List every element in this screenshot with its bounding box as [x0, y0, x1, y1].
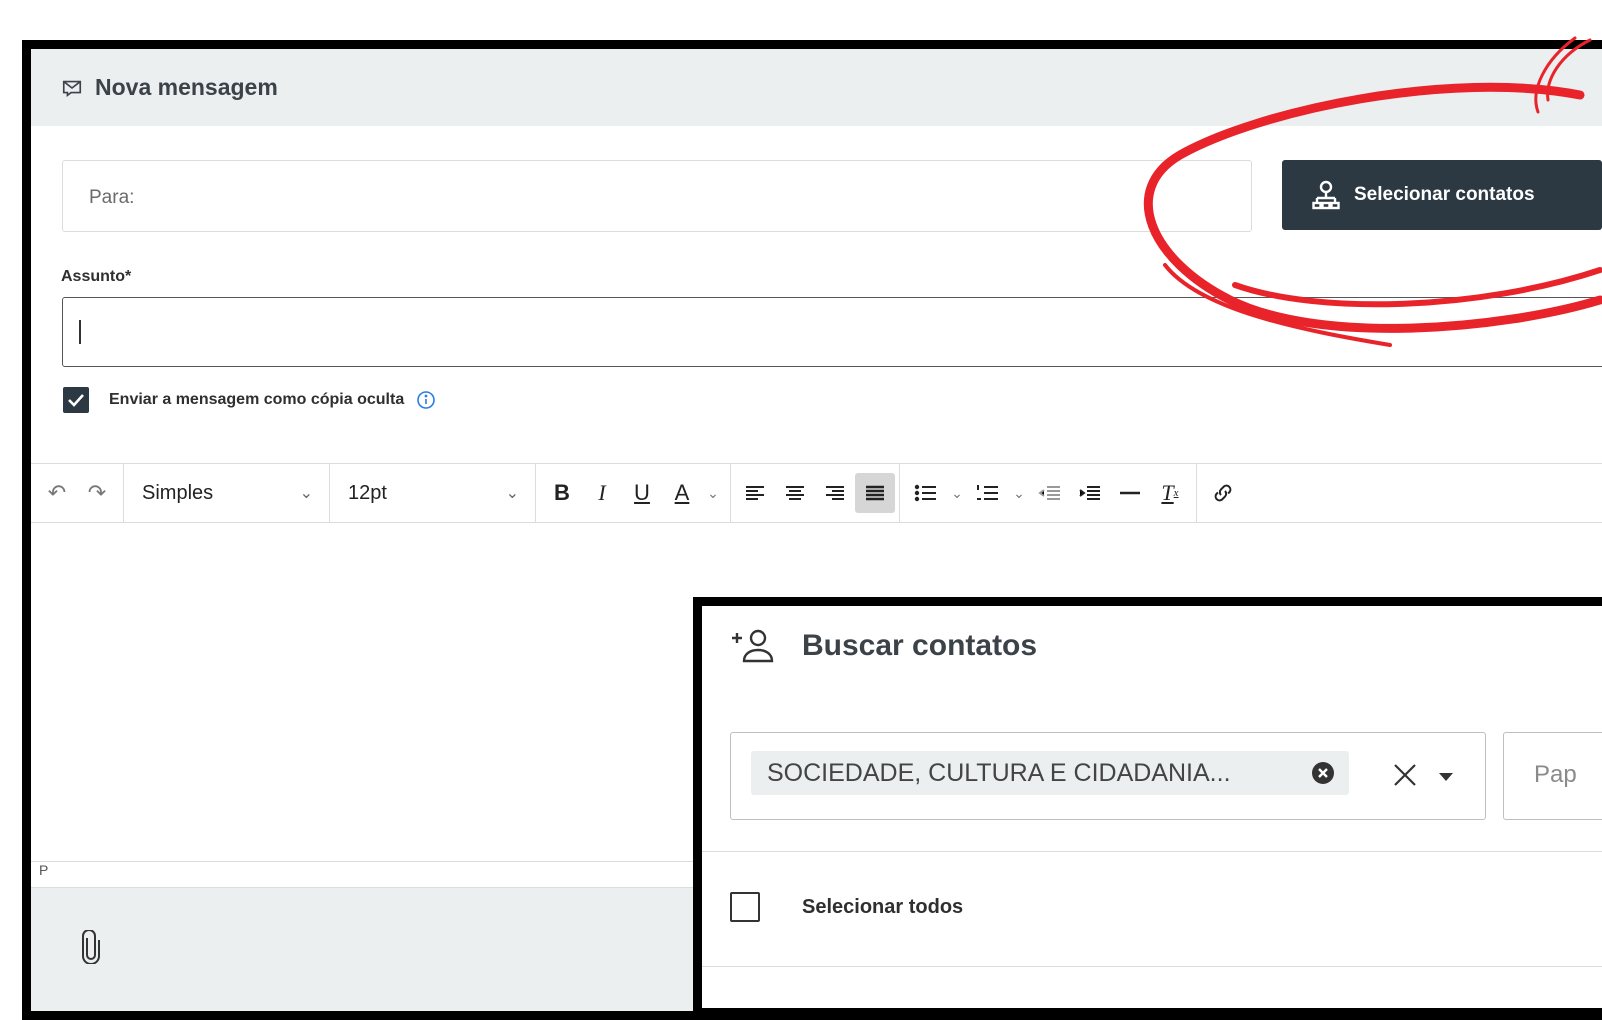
add-contact-icon	[732, 629, 774, 663]
remove-chip-icon[interactable]	[1311, 761, 1335, 785]
filter-chip-label: SOCIEDADE, CULTURA E CIDADANIA...	[767, 758, 1231, 787]
to-field[interactable]: Para:	[62, 160, 1252, 232]
info-icon[interactable]	[416, 390, 436, 410]
link-icon[interactable]	[1203, 473, 1243, 513]
dropdown-caret-icon[interactable]	[1439, 773, 1453, 781]
attachment-icon[interactable]	[79, 930, 103, 964]
style-dropdown[interactable]: Simples ⌄	[124, 464, 330, 522]
search-contacts-dialog: Buscar contatos SOCIEDADE, CULTURA E CID…	[693, 597, 1602, 1017]
clear-icon[interactable]	[1391, 761, 1419, 789]
history-group: ↶ ↷	[31, 464, 124, 522]
editor-toolbar: ↶ ↷ Simples ⌄ 12pt ⌄ B I U A ⌄ ⌄ ⌄ T x	[31, 463, 1602, 523]
page-title: Nova mensagem	[95, 74, 278, 100]
dialog-header: Buscar contatos	[730, 628, 1037, 664]
checkmark-icon	[68, 394, 84, 407]
compose-header: Nova mensagem	[31, 49, 1602, 126]
style-value: Simples	[142, 481, 214, 504]
role-select[interactable]: Pap	[1503, 732, 1602, 820]
undo-icon[interactable]: ↶	[37, 473, 77, 513]
link-group	[1197, 464, 1249, 522]
font-size-value: 12pt	[348, 481, 387, 504]
bcc-checkbox[interactable]	[63, 387, 89, 413]
chevron-down-icon: ⌄	[505, 485, 519, 502]
align-left-icon[interactable]	[735, 473, 775, 513]
select-all-checkbox[interactable]	[730, 892, 760, 922]
align-center-icon[interactable]	[775, 473, 815, 513]
select-all-label: Selecionar todos	[802, 895, 964, 918]
underline-button[interactable]: U	[622, 473, 662, 513]
chevron-down-icon: ⌄	[299, 485, 313, 502]
bcc-label: Enviar a mensagem como cópia oculta	[109, 391, 405, 408]
dialog-title: Buscar contatos	[802, 629, 1038, 662]
align-right-icon[interactable]	[815, 473, 855, 513]
bcc-option: Enviar a mensagem como cópia oculta	[63, 387, 436, 413]
list-group: ⌄ ⌄ Tx	[900, 464, 1197, 522]
bullet-list-icon[interactable]	[906, 473, 946, 513]
align-justify-icon[interactable]	[855, 473, 895, 513]
text-color-button[interactable]: A	[662, 473, 702, 513]
text-caret	[79, 320, 81, 344]
italic-button[interactable]: I	[582, 473, 622, 513]
font-size-dropdown[interactable]: 12pt ⌄	[330, 464, 536, 522]
align-group	[731, 464, 900, 522]
chevron-down-icon[interactable]: ⌄	[702, 473, 724, 513]
filter-chip: SOCIEDADE, CULTURA E CIDADANIA...	[751, 751, 1349, 795]
compose-envelope-icon	[62, 80, 82, 97]
class-filter-select[interactable]: SOCIEDADE, CULTURA E CIDADANIA...	[730, 732, 1486, 820]
indent-icon[interactable]	[1070, 473, 1110, 513]
subject-label: Assunto*	[61, 268, 132, 285]
subject-input[interactable]	[62, 297, 1602, 367]
dialog-divider	[702, 966, 1602, 967]
dialog-divider	[702, 851, 1602, 852]
select-all-option: Selecionar todos	[730, 892, 963, 922]
select-contacts-label: Selecionar contatos	[1354, 184, 1535, 205]
format-group: B I U A ⌄	[536, 464, 731, 522]
select-contacts-button[interactable]: Selecionar contatos	[1282, 160, 1602, 230]
bold-button[interactable]: B	[542, 473, 582, 513]
outdent-icon[interactable]	[1030, 473, 1070, 513]
chevron-down-icon[interactable]: ⌄	[946, 473, 968, 513]
contacts-hierarchy-icon	[1312, 180, 1340, 210]
redo-icon[interactable]: ↷	[77, 473, 117, 513]
numbered-list-icon[interactable]	[968, 473, 1008, 513]
clear-format-icon[interactable]: Tx	[1150, 473, 1190, 513]
horizontal-rule-icon[interactable]	[1110, 473, 1150, 513]
chevron-down-icon[interactable]: ⌄	[1008, 473, 1030, 513]
